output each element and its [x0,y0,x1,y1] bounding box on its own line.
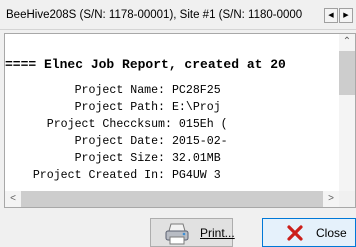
tab-divider [0,29,356,30]
tab-bar: BeeHive208S (S/N: 1178-00001), Site #1 (… [0,0,356,30]
report-text-area[interactable]: ==== Elnec Job Report, created at 20 Pro… [5,34,339,191]
report-line: Project Name: PC28F25 [5,84,221,97]
report-line: Project Path: E:\Proj [5,101,221,114]
chevron-up-icon: ⌃ [342,36,352,47]
chevron-left-icon: < [10,193,16,204]
close-icon [287,225,303,241]
triangle-right-icon: ▶ [343,12,349,19]
scroll-corner [339,191,355,207]
horizontal-scrollbar[interactable]: < > [5,191,339,207]
scroll-up-button[interactable]: ⌃ [339,34,355,50]
tab-title[interactable]: BeeHive208S (S/N: 1178-00001), Site #1 (… [6,9,320,25]
close-button[interactable]: Close [262,218,356,247]
close-button-label: Close [316,226,347,240]
report-heading-line: ==== Elnec Job Report, created at 20 [5,57,286,72]
tab-scroll-left-button[interactable]: ◀ [324,8,338,23]
report-panel: ==== Elnec Job Report, created at 20 Pro… [4,33,356,208]
report-line: Project Created In: PG4UW 3 [5,169,221,182]
triangle-left-icon: ◀ [328,12,334,19]
report-line: Project Checcksum: 015Eh ( [5,118,228,131]
report-line: Project Date: 2015-02- [5,135,228,148]
report-line: Project Size: 32.01MB [5,152,221,165]
chevron-right-icon: > [328,193,334,204]
horizontal-scroll-thumb[interactable] [21,191,323,207]
scroll-left-button[interactable]: < [5,191,21,207]
vertical-scroll-thumb[interactable] [339,51,355,95]
print-button-label: Print... [200,226,235,240]
vertical-scrollbar[interactable]: ⌃ [339,34,355,191]
tab-scroll-right-button[interactable]: ▶ [339,8,353,23]
print-button[interactable]: Print... [150,218,235,247]
printer-icon [165,223,189,245]
scroll-right-button[interactable]: > [323,191,339,207]
